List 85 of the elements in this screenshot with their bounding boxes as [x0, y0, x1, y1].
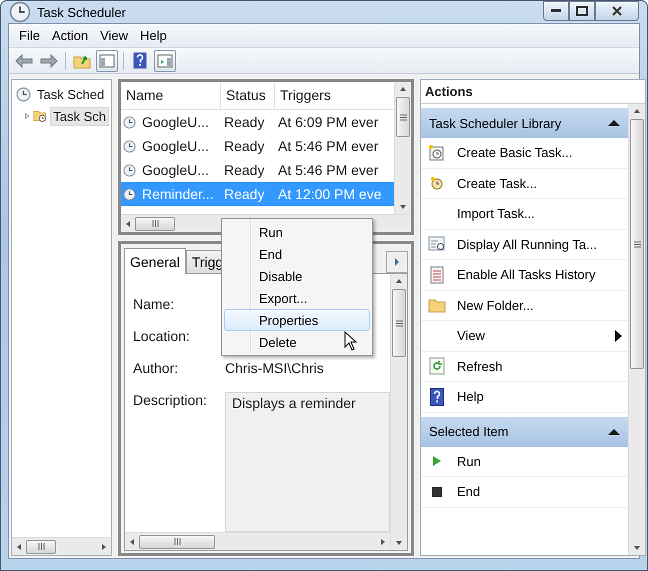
scrollbar-grip-icon [36, 542, 46, 551]
section-header[interactable]: Task Scheduler Library [421, 108, 628, 138]
task-command-link[interactable]: Display All Running Ta... [421, 230, 628, 260]
table-cell-text: Ready [223, 114, 266, 130]
context-menu-item[interactable]: Export... [224, 287, 370, 309]
expand-icon[interactable] [24, 112, 30, 120]
clock-icon [123, 116, 136, 128]
right-arrow-icon [393, 257, 401, 267]
task-row[interactable]: GoogleU... Ready At 5:46 PM ever [121, 134, 394, 158]
task-command-link[interactable]: Enable All Tasks History [421, 260, 628, 290]
tab[interactable]: General [124, 248, 186, 274]
minimize-button[interactable] [543, 1, 569, 21]
clock-icon [123, 164, 136, 176]
scrollbar-grip-icon [398, 112, 408, 122]
table-cell-text: Ready [223, 162, 266, 178]
close-icon [611, 6, 623, 16]
menu-item[interactable]: Help [134, 26, 173, 45]
column-header[interactable]: Name [121, 82, 221, 109]
mouse-cursor-icon [344, 331, 358, 351]
table-cell-text: At 5:46 PM ever [277, 138, 380, 154]
window-title: Task Scheduler [37, 4, 126, 20]
scrollbar-thumb[interactable] [630, 119, 644, 369]
column-header[interactable]: Status [221, 82, 275, 109]
clock-icon [429, 175, 445, 192]
task-command-link[interactable]: Create Task... [421, 168, 628, 199]
task-command-link[interactable]: Help [421, 382, 628, 412]
task-row[interactable]: GoogleU... Ready At 5:46 PM ever [121, 158, 394, 182]
table-cell-text: GoogleU... [141, 138, 210, 154]
menu-item[interactable]: File [13, 26, 46, 45]
show-tree-button[interactable] [96, 50, 118, 72]
table-cell-text: GoogleU... [141, 162, 210, 178]
show-action-pane-button[interactable] [154, 50, 176, 72]
scrollbar-grip-icon [150, 219, 160, 228]
table-cell-text: Ready [223, 138, 266, 154]
help-icon [430, 388, 444, 406]
stop-icon [432, 486, 442, 497]
maximize-icon [576, 6, 588, 16]
task-list-icon [428, 236, 446, 252]
scrollbar-thumb[interactable] [26, 540, 56, 554]
description-field[interactable]: Displays a reminder [225, 392, 390, 532]
context-menu-item[interactable]: Delete [224, 331, 370, 353]
clock-icon [123, 188, 136, 200]
folder-icon [428, 297, 446, 314]
table-cell-text: At 6:09 PM ever [277, 114, 380, 130]
refresh-icon [429, 357, 445, 376]
maximize-button[interactable] [569, 1, 595, 21]
close-button[interactable] [595, 1, 639, 21]
clock-icon [123, 140, 136, 152]
scrollbar-thumb[interactable] [392, 289, 406, 357]
table-cell-text: Reminder... [141, 186, 215, 202]
tree-item[interactable]: Task Sch [50, 106, 109, 126]
tab-scroll-button[interactable] [386, 251, 408, 273]
field-value: Chris-MSI\Chris [225, 360, 325, 378]
task-command-link[interactable]: Refresh [421, 352, 628, 382]
clock-icon [16, 86, 31, 102]
task-command-link[interactable]: New Folder... [421, 290, 628, 321]
scrollbar-grip-icon [632, 240, 642, 248]
table-cell-text: At 12:00 PM eve [277, 186, 383, 202]
scrollbar-thumb[interactable] [396, 97, 410, 137]
table-cell-text: At 5:46 PM ever [277, 162, 380, 178]
tree-item[interactable]: Task Sched [34, 84, 108, 104]
menu-item[interactable]: Action [46, 26, 94, 45]
actions-title: Actions [421, 80, 645, 104]
menu-item[interactable]: View [94, 26, 134, 45]
context-menu-item[interactable]: Run [224, 221, 370, 243]
scrollbar-grip-icon [172, 537, 182, 546]
table-cell-text: Ready [223, 186, 266, 202]
history-list-icon [429, 266, 445, 284]
play-icon [432, 455, 442, 468]
task-command-link[interactable]: Create Basic Task... [421, 138, 628, 168]
field-label: Description: [133, 392, 208, 410]
field-label: Author: [133, 360, 180, 378]
table-cell-text: GoogleU... [141, 114, 210, 130]
context-menu-item[interactable]: Properties [224, 309, 370, 331]
scrollbar-grip-icon [394, 318, 404, 328]
minimize-icon [551, 9, 561, 13]
folder-clock-icon [33, 108, 48, 124]
field-label: Name: [133, 296, 176, 314]
scrollbar-thumb[interactable] [135, 216, 175, 230]
field-label: Location: [133, 328, 191, 346]
task-row[interactable]: GoogleU... Ready At 6:09 PM ever [121, 110, 394, 134]
scrollbar-thumb[interactable] [139, 534, 215, 548]
task-command-link[interactable]: End [421, 477, 628, 508]
section-header[interactable]: Selected Item [421, 416, 628, 446]
calendar-clock-icon [428, 144, 446, 162]
